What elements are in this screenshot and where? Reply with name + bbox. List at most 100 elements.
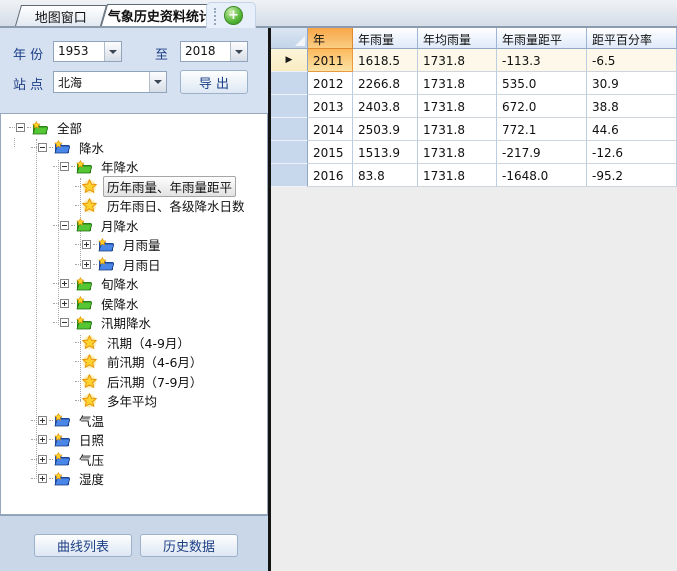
tree-item[interactable]: 月雨量 (1, 235, 267, 255)
table-cell[interactable]: 1731.8 (418, 49, 497, 72)
table-cell[interactable]: -1648.0 (497, 164, 587, 187)
tree-item[interactable]: 湿度 (1, 469, 267, 489)
collapse-icon[interactable] (60, 318, 69, 327)
table-cell[interactable]: 2013 (308, 95, 353, 118)
tree-item-label[interactable]: 气压 (75, 449, 108, 470)
tree-item[interactable]: 历年雨量、年雨量距平 (1, 177, 267, 197)
tree-item-label[interactable]: 月雨日 (119, 254, 165, 275)
expand-icon[interactable] (38, 474, 47, 483)
table-cell[interactable]: 2016 (308, 164, 353, 187)
tree-item-label[interactable]: 多年平均 (103, 390, 161, 411)
table-cell[interactable]: 44.6 (587, 118, 677, 141)
collapse-icon[interactable] (16, 123, 25, 132)
tree-item[interactable]: 年降水 (1, 157, 267, 177)
tree-item-label[interactable]: 气温 (75, 410, 108, 431)
table-cell[interactable]: -12.6 (587, 141, 677, 164)
table-cell[interactable]: -6.5 (587, 49, 677, 72)
table-cell[interactable]: 1731.8 (418, 72, 497, 95)
table-cell[interactable]: 2503.9 (353, 118, 418, 141)
tree-item[interactable]: 前汛期（4-6月） (1, 352, 267, 372)
expand-icon[interactable] (38, 416, 47, 425)
dropdown-button[interactable] (149, 72, 166, 92)
tree-item-label[interactable]: 后汛期（7-9月） (103, 371, 206, 392)
column-header-5[interactable]: 距平百分率 (587, 28, 677, 49)
tree-item[interactable]: 旬降水 (1, 274, 267, 294)
tree-item[interactable]: 全部 (1, 118, 267, 138)
tree-item[interactable]: 日照 (1, 430, 267, 450)
dropdown-button[interactable] (104, 42, 121, 61)
collapse-icon[interactable] (60, 162, 69, 171)
export-button[interactable]: 导 出 (180, 70, 248, 94)
tree-item-label[interactable]: 降水 (75, 137, 108, 158)
row-header[interactable] (271, 164, 308, 187)
row-header[interactable] (271, 141, 308, 164)
tree-item[interactable]: 月雨日 (1, 255, 267, 275)
tree-item-label[interactable]: 全部 (53, 117, 86, 138)
tree-item[interactable]: 月降水 (1, 216, 267, 236)
tree-item[interactable]: 侯降水 (1, 294, 267, 314)
tree-item-label[interactable]: 汛期降水 (97, 312, 155, 333)
tree-item-label[interactable]: 月降水 (97, 215, 143, 236)
tree-item-label[interactable]: 年降水 (97, 156, 143, 177)
table-cell[interactable]: 2266.8 (353, 72, 418, 95)
table-cell[interactable]: 1513.9 (353, 141, 418, 164)
tab-weather-history-statistics[interactable]: 气象历史资料统计 (101, 4, 219, 26)
table-cell[interactable]: 2403.8 (353, 95, 418, 118)
year-to-dropdown[interactable]: 2018 (180, 41, 248, 62)
tree-item-label[interactable]: 侯降水 (97, 293, 143, 314)
expand-icon[interactable] (38, 455, 47, 464)
expand-icon[interactable] (60, 299, 69, 308)
collapse-icon[interactable] (38, 143, 47, 152)
grid-corner-cell[interactable] (271, 28, 308, 49)
tree-item[interactable]: 汛期（4-9月） (1, 333, 267, 353)
table-cell[interactable]: -217.9 (497, 141, 587, 164)
column-header-2[interactable]: 年雨量 (353, 28, 418, 49)
column-header-4[interactable]: 年雨量距平 (497, 28, 587, 49)
table-cell[interactable]: 1731.8 (418, 164, 497, 187)
table-cell[interactable]: 772.1 (497, 118, 587, 141)
table-cell[interactable]: 2011 (308, 49, 353, 72)
table-cell[interactable]: 2015 (308, 141, 353, 164)
row-header[interactable] (271, 118, 308, 141)
add-tab-button[interactable]: + (224, 6, 243, 25)
expand-icon[interactable] (82, 260, 91, 269)
curve-list-button[interactable]: 曲线列表 (34, 534, 132, 557)
tree-item-label[interactable]: 湿度 (75, 468, 108, 489)
table-cell[interactable]: 2012 (308, 72, 353, 95)
table-row[interactable]: 20122266.81731.8535.030.9 (271, 72, 677, 95)
row-header[interactable] (271, 72, 308, 95)
table-cell[interactable]: 672.0 (497, 95, 587, 118)
table-cell[interactable]: 1618.5 (353, 49, 418, 72)
station-dropdown[interactable]: 北海 (53, 71, 167, 93)
history-data-button[interactable]: 历史数据 (140, 534, 238, 557)
tab-map-window[interactable]: 地图窗口 (15, 5, 107, 26)
column-header-1[interactable]: 年 (308, 28, 353, 49)
tree-item[interactable]: 后汛期（7-9月） (1, 372, 267, 392)
table-row[interactable]: 20142503.91731.8772.144.6 (271, 118, 677, 141)
tree-item[interactable]: 气温 (1, 411, 267, 431)
table-cell[interactable]: 1731.8 (418, 118, 497, 141)
tree-item[interactable]: 多年平均 (1, 391, 267, 411)
tree-item-label[interactable]: 前汛期（4-6月） (103, 351, 206, 372)
collapse-icon[interactable] (60, 221, 69, 230)
expand-icon[interactable] (82, 240, 91, 249)
expand-icon[interactable] (60, 279, 69, 288)
tree-item-label[interactable]: 日照 (75, 429, 108, 450)
table-cell[interactable]: 535.0 (497, 72, 587, 95)
tree-item-label[interactable]: 历年雨量、年雨量距平 (103, 176, 236, 197)
table-row[interactable]: 201683.81731.8-1648.0-95.2 (271, 164, 677, 187)
tree-item[interactable]: 降水 (1, 138, 267, 158)
row-header[interactable]: ▶ (271, 49, 308, 72)
tree-item[interactable]: 气压 (1, 450, 267, 470)
table-cell[interactable]: 30.9 (587, 72, 677, 95)
table-row[interactable]: 20151513.91731.8-217.9-12.6 (271, 141, 677, 164)
dropdown-button[interactable] (230, 42, 247, 61)
expand-icon[interactable] (38, 435, 47, 444)
year-from-dropdown[interactable]: 1953 (53, 41, 122, 62)
table-cell[interactable]: 38.8 (587, 95, 677, 118)
column-header-3[interactable]: 年均雨量 (418, 28, 497, 49)
tree-item-label[interactable]: 历年雨日、各级降水日数 (103, 195, 249, 216)
table-cell[interactable]: 83.8 (353, 164, 418, 187)
table-row[interactable]: 20132403.81731.8672.038.8 (271, 95, 677, 118)
tree-item-label[interactable]: 汛期（4-9月） (103, 332, 194, 353)
